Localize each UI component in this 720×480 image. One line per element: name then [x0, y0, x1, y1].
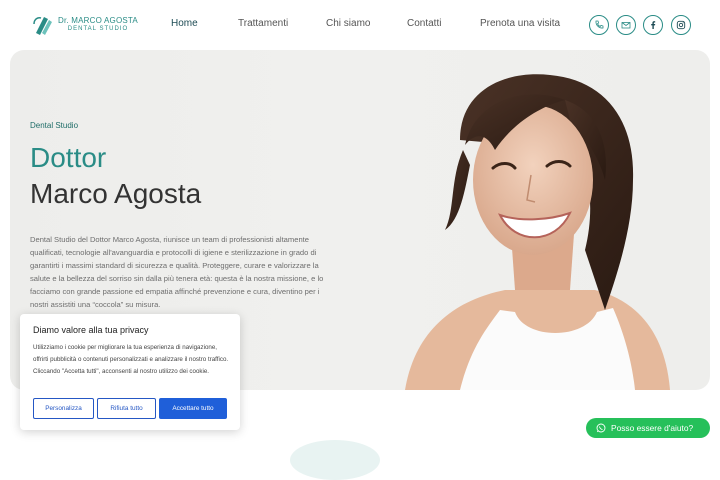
whatsapp-icon: [596, 423, 606, 433]
nav-item-contatti[interactable]: Contatti: [407, 18, 441, 29]
hero-eyebrow: Dental Studio: [30, 121, 79, 130]
cookie-title: Diamo valore alla tua privacy: [33, 325, 149, 335]
cookie-text: Utilizziamo i cookie per migliorare la t…: [33, 344, 229, 375]
nav-item-trattamenti[interactable]: Trattamenti: [238, 18, 288, 29]
cookie-consent-banner: Diamo valore alla tua privacy Utilizziam…: [20, 314, 240, 430]
smiling-woman-photo: [405, 74, 670, 390]
nav-item-home[interactable]: Home: [168, 18, 201, 29]
mail-icon[interactable]: [616, 15, 636, 35]
help-label: Posso essere d'aiuto?: [611, 423, 694, 433]
logo-name: Dr. MARCO AGOSTA: [58, 16, 138, 25]
hero-title-line2: Marco Agosta: [30, 178, 202, 209]
nav-item-prenota[interactable]: Prenota una visita: [480, 18, 560, 29]
customize-cookies-button[interactable]: Personalizza: [33, 398, 94, 419]
site-header: Dr. MARCO AGOSTA DENTAL STUDIO Home Trat…: [0, 0, 720, 50]
hero-title-line1: Dottor: [30, 142, 107, 173]
decorative-shape: [290, 440, 380, 480]
nav-item-chi-siamo[interactable]: Chi siamo: [326, 18, 370, 29]
accept-cookies-button[interactable]: Accettare tutto: [159, 398, 227, 419]
tooth-logo-icon: [32, 14, 54, 36]
instagram-icon[interactable]: [671, 15, 691, 35]
logo[interactable]: Dr. MARCO AGOSTA DENTAL STUDIO: [32, 14, 138, 36]
reject-cookies-button[interactable]: Rifiuta tutto: [97, 398, 156, 419]
facebook-icon[interactable]: [643, 15, 663, 35]
phone-icon[interactable]: [589, 15, 609, 35]
logo-subtitle: DENTAL STUDIO: [67, 26, 129, 32]
whatsapp-help-button[interactable]: Posso essere d'aiuto?: [586, 418, 710, 438]
hero-description: Dental Studio del Dottor Marco Agosta, r…: [30, 235, 324, 309]
